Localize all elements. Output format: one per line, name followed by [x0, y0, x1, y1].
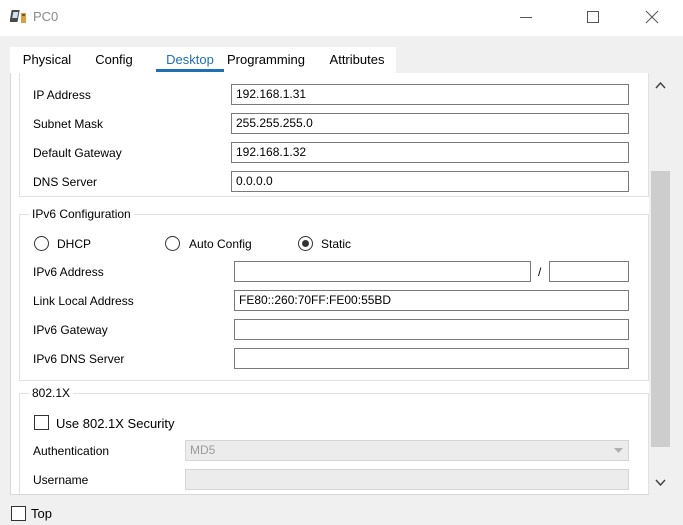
minimize-button[interactable]: [503, 0, 549, 34]
ipv6-section-title: IPv6 Configuration: [29, 207, 134, 221]
ipv6-prefix-input[interactable]: [549, 261, 629, 282]
dns-server-label: DNS Server: [33, 175, 98, 189]
ip-address-label: IP Address: [33, 88, 91, 102]
auto-config-radio[interactable]: [165, 236, 180, 251]
ip-address-input[interactable]: 192.168.1.31: [231, 84, 629, 105]
subnet-mask-label: Subnet Mask: [33, 117, 104, 131]
tab-programming[interactable]: Programming: [222, 47, 310, 73]
static-label: Static: [321, 237, 352, 251]
authentication-select[interactable]: MD5: [185, 440, 629, 461]
ipv6-dns-server-label: IPv6 DNS Server: [33, 352, 125, 366]
ipv6-address-label: IPv6 Address: [33, 265, 104, 279]
tab-config[interactable]: Config: [86, 47, 142, 73]
ipv6-gateway-input[interactable]: [234, 319, 629, 340]
ipv6-dns-server-input[interactable]: [234, 348, 629, 369]
tab-physical[interactable]: Physical: [14, 47, 80, 73]
tab-bar: Physical Config Desktop Programming Attr…: [10, 47, 396, 73]
authentication-label: Authentication: [33, 444, 110, 458]
pc-app-icon: [10, 10, 26, 23]
ip-configuration-panel: IP Address 192.168.1.31 Subnet Mask 255.…: [10, 73, 672, 495]
chevron-down-icon[interactable]: [655, 479, 666, 487]
default-gateway-label: Default Gateway: [33, 146, 122, 160]
close-button[interactable]: [629, 0, 675, 34]
maximize-icon: [587, 11, 599, 23]
authentication-value: MD5: [190, 443, 216, 457]
ipv6-gateway-label: IPv6 Gateway: [33, 323, 108, 337]
chevron-up-icon[interactable]: [655, 81, 666, 89]
use-8021x-checkbox[interactable]: [34, 415, 49, 430]
window-title: PC0: [33, 9, 59, 24]
chevron-down-icon: [614, 448, 623, 453]
dns-server-input[interactable]: 0.0.0.0: [231, 171, 629, 192]
link-local-address-label: Link Local Address: [33, 294, 134, 308]
username-label: Username: [33, 473, 89, 487]
ipv6-section: IPv6 Configuration DHCP Auto Config Stat…: [19, 207, 649, 381]
always-on-top-label: Top: [31, 506, 52, 521]
dhcp-label: DHCP: [57, 237, 92, 251]
minimize-icon: [520, 17, 532, 18]
dot1x-section: 802.1X Use 802.1X Security Authenticatio…: [19, 386, 649, 494]
link-local-address-input[interactable]: FE80::260:70FF:FE00:55BD: [234, 290, 629, 311]
subnet-mask-input[interactable]: 255.255.255.0: [231, 113, 629, 134]
title-bar: PC0: [0, 0, 683, 36]
ipv4-section: IP Address 192.168.1.31 Subnet Mask 255.…: [19, 73, 649, 197]
close-icon: [645, 10, 659, 24]
dot1x-section-title: 802.1X: [29, 386, 74, 400]
vertical-scrollbar[interactable]: [649, 73, 672, 495]
static-radio[interactable]: [298, 236, 313, 251]
prefix-separator: /: [538, 265, 542, 279]
tab-attributes[interactable]: Attributes: [320, 47, 394, 73]
dhcp-radio[interactable]: [34, 236, 49, 251]
scrollbar-thumb[interactable]: [651, 171, 670, 447]
active-tab-indicator: [156, 69, 224, 72]
always-on-top-checkbox[interactable]: [11, 506, 26, 521]
default-gateway-input[interactable]: 192.168.1.32: [231, 142, 629, 163]
maximize-button[interactable]: [570, 0, 616, 34]
ipv6-address-input[interactable]: [234, 261, 531, 282]
username-input[interactable]: [185, 469, 629, 490]
auto-config-label: Auto Config: [189, 237, 252, 251]
use-8021x-label: Use 802.1X Security: [56, 416, 175, 431]
